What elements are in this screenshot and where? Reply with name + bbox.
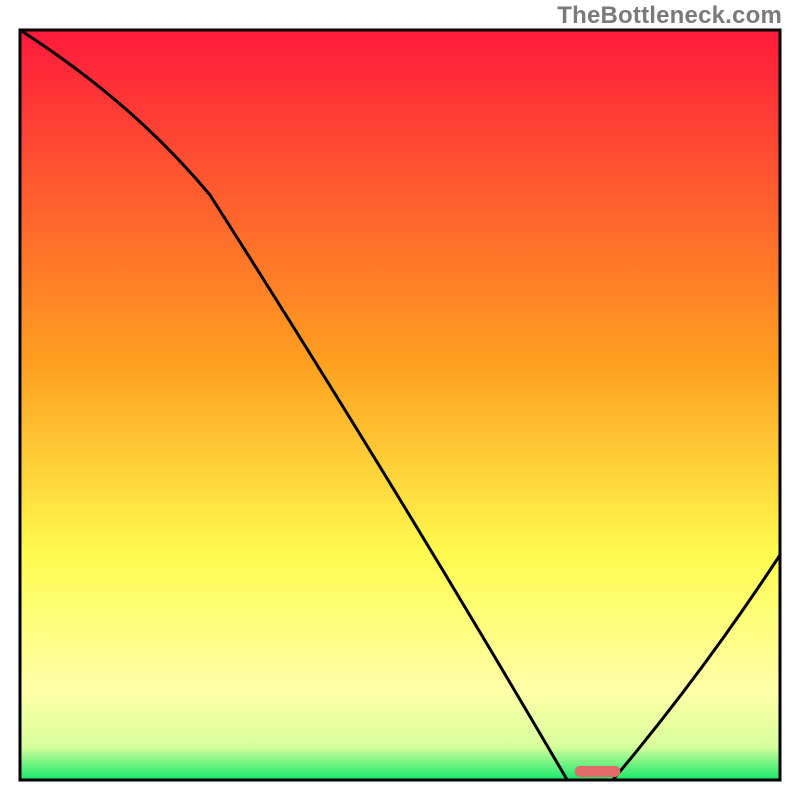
plot-area — [20, 30, 780, 780]
chart-container: { "watermark": "TheBottleneck.com", "cha… — [0, 0, 800, 800]
optimal-marker — [575, 766, 621, 777]
bottleneck-chart — [0, 0, 800, 800]
plot-background — [20, 30, 780, 780]
